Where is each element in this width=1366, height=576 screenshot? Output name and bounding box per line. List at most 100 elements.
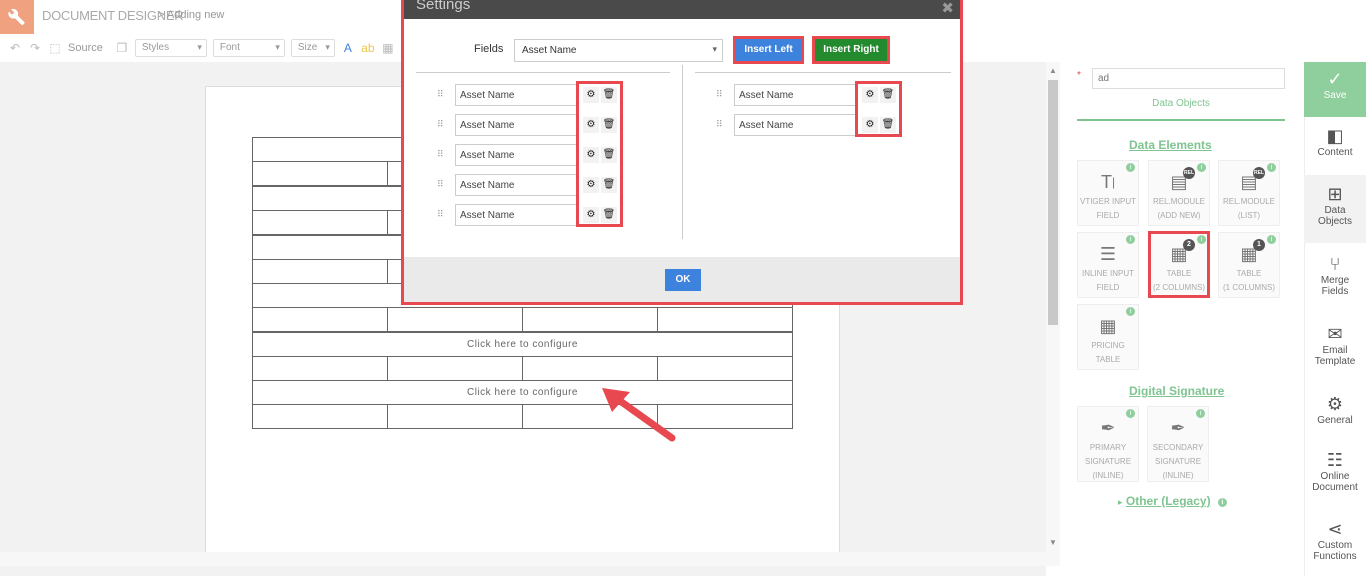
left-field-input[interactable]: Asset Name <box>455 204 577 226</box>
styles-dropdown[interactable]: Styles <box>134 39 207 57</box>
misc-icon[interactable]: ▦ <box>381 41 395 55</box>
table-block[interactable]: Click here to configure <box>252 380 793 429</box>
tile-rel-module-list[interactable]: i ▤ REL REL.MODULE (LIST) <box>1218 160 1280 226</box>
scroll-thumb[interactable] <box>1048 80 1058 325</box>
sidebar-item-label: Online <box>1320 471 1350 482</box>
gear-icon[interactable]: ⚙ <box>583 207 599 223</box>
tile-primary-signature[interactable]: i ✒ PRIMARY SIGNATURE (INLINE) <box>1077 406 1139 482</box>
highlight-color-icon[interactable]: ab <box>361 41 375 55</box>
breadcrumb: > Adding new <box>158 9 224 21</box>
gear-icon[interactable]: ⚙ <box>583 177 599 193</box>
drag-handle-icon[interactable]: ⠿ <box>716 89 724 99</box>
chevron-right-icon[interactable]: ▸ <box>1118 497 1123 507</box>
size-dropdown[interactable]: Size <box>290 39 335 57</box>
configure-table-link[interactable]: Click here to configure <box>253 333 792 357</box>
drag-handle-icon[interactable]: ⠿ <box>437 179 445 189</box>
red-arrow-annotation <box>602 388 676 442</box>
right-field-input[interactable]: Asset Name <box>734 114 856 136</box>
horizontal-scrollbar[interactable] <box>0 552 1060 566</box>
drag-handle-icon[interactable]: ⠿ <box>437 209 445 219</box>
close-icon[interactable]: ✖ <box>941 0 954 17</box>
check-circle-icon: ✓ <box>1327 69 1343 89</box>
gear-icon[interactable]: ⚙ <box>862 117 878 133</box>
tile-table-1-column[interactable]: i ▦ 1 TABLE (1 COLUMNS) <box>1218 232 1280 298</box>
fields-select[interactable]: Asset Name <box>514 39 723 62</box>
gear-icon[interactable]: ⚙ <box>583 87 599 103</box>
trash-icon[interactable]: 🗑 <box>601 87 617 103</box>
configure-table-link[interactable]: Click here to configure <box>253 381 792 405</box>
gear-icon[interactable]: ⚙ <box>583 117 599 133</box>
tile-label: (ADD NEW) <box>1157 211 1201 220</box>
scroll-down-icon[interactable]: ▼ <box>1049 538 1057 547</box>
rel-badge: REL <box>1183 167 1195 179</box>
sidebar-item-online-document[interactable]: ☷ Online Document <box>1304 449 1366 504</box>
digital-signature-title[interactable]: Digital Signature <box>1129 384 1224 398</box>
trash-icon[interactable]: 🗑 <box>601 117 617 133</box>
insert-left-highlight: Insert Left <box>733 36 804 64</box>
gear-icon[interactable]: ⚙ <box>862 87 878 103</box>
tile-label: SIGNATURE <box>1154 457 1202 466</box>
tile-pricing-table[interactable]: i ▦ PRICING TABLE <box>1077 304 1139 370</box>
trash-icon[interactable]: 🗑 <box>880 117 896 133</box>
element-search-input[interactable]: ad <box>1092 68 1285 89</box>
sidebar-item-custom-functions[interactable]: ⋖ Custom Functions <box>1304 518 1366 573</box>
ok-button[interactable]: OK <box>665 269 701 291</box>
trash-icon[interactable]: 🗑 <box>880 87 896 103</box>
vertical-scrollbar[interactable]: ▲ ▼ <box>1046 62 1060 552</box>
tile-label: SECONDARY <box>1152 443 1204 452</box>
pen-nib-icon: ✒ <box>1170 417 1186 438</box>
gear-icon: ⚙ <box>1326 394 1344 414</box>
other-legacy-section[interactable]: ▸ Other (Legacy) i <box>1118 494 1227 508</box>
sidebar-item-email-template[interactable]: ✉ Email Template <box>1304 323 1366 378</box>
undo-icon[interactable]: ↶ <box>8 41 22 55</box>
text-color-icon[interactable]: A <box>341 41 355 55</box>
source-icon[interactable]: ⬚ <box>48 41 62 55</box>
sidebar-item-label: Merge <box>1320 275 1350 286</box>
insert-right-button[interactable]: Insert Right <box>815 39 887 61</box>
left-actions-highlight: ⚙ 🗑 ⚙ 🗑 ⚙ 🗑 ⚙ 🗑 ⚙ 🗑 <box>576 81 623 227</box>
tile-inline-input-field[interactable]: i ☰ INLINE INPUT FIELD <box>1077 232 1139 298</box>
sidebar-item-save[interactable]: ✓ Save <box>1304 62 1366 117</box>
sidebar-item-content[interactable]: ◧ Content <box>1304 125 1366 173</box>
trash-icon[interactable]: 🗑 <box>601 207 617 223</box>
tile-label: INLINE INPUT <box>1081 269 1134 278</box>
tile-vtiger-input-field[interactable]: i T | VTIGER INPUT FIELD <box>1077 160 1139 226</box>
redo-icon[interactable]: ↷ <box>28 41 42 55</box>
left-field-input[interactable]: Asset Name <box>455 144 577 166</box>
data-elements-title[interactable]: Data Elements <box>1129 138 1212 152</box>
drag-handle-icon[interactable]: ⠿ <box>437 149 445 159</box>
trash-icon[interactable]: 🗑 <box>601 177 617 193</box>
sidebar-item-merge-fields[interactable]: ⑂ Merge Fields <box>1304 253 1366 308</box>
left-field-input[interactable]: Asset Name <box>455 114 577 136</box>
info-icon[interactable]: i <box>1217 498 1227 507</box>
tab-data-objects[interactable]: Data Objects <box>1077 98 1285 109</box>
tile-rel-module-add-new[interactable]: i ▤ REL REL.MODULE (ADD NEW) <box>1148 160 1210 226</box>
gear-icon[interactable]: ⚙ <box>583 147 599 163</box>
source-button[interactable]: Source <box>68 42 103 54</box>
left-field-input[interactable]: Asset Name <box>455 84 577 106</box>
insert-left-button[interactable]: Insert Left <box>736 39 801 61</box>
tile-label: PRICING TABLE <box>1091 341 1125 364</box>
content-icon: ◧ <box>1326 126 1344 146</box>
font-dropdown[interactable]: Font <box>212 39 285 57</box>
copy-icon[interactable]: ❐ <box>115 41 129 55</box>
trash-icon[interactable]: 🗑 <box>601 147 617 163</box>
document-list-icon: ☷ <box>1326 450 1344 470</box>
other-legacy-link[interactable]: Other (Legacy) <box>1126 494 1211 508</box>
fields-label: Fields <box>474 43 504 55</box>
drag-handle-icon[interactable]: ⠿ <box>716 119 724 129</box>
drag-handle-icon[interactable]: ⠿ <box>437 89 445 99</box>
wrench-icon[interactable] <box>0 0 34 34</box>
share-icon: ⋖ <box>1327 519 1343 539</box>
left-field-input[interactable]: Asset Name <box>455 174 577 196</box>
right-field-input[interactable]: Asset Name <box>734 84 856 106</box>
tile-secondary-signature[interactable]: i ✒ SECONDARY SIGNATURE (INLINE) <box>1147 406 1209 482</box>
sidebar-item-general[interactable]: ⚙ General <box>1304 393 1366 433</box>
drag-handle-icon[interactable]: ⠿ <box>437 119 445 129</box>
sidebar-item-data-objects[interactable]: ⊞ Data Objects <box>1304 175 1366 243</box>
table-block[interactable]: Click here to configure <box>252 332 793 381</box>
scroll-up-icon[interactable]: ▲ <box>1049 66 1057 75</box>
data-objects-icon: ⊞ <box>1327 184 1343 204</box>
tile-label: VTIGER INPUT <box>1079 197 1136 206</box>
sidebar-item-label: Objects <box>1318 216 1352 227</box>
